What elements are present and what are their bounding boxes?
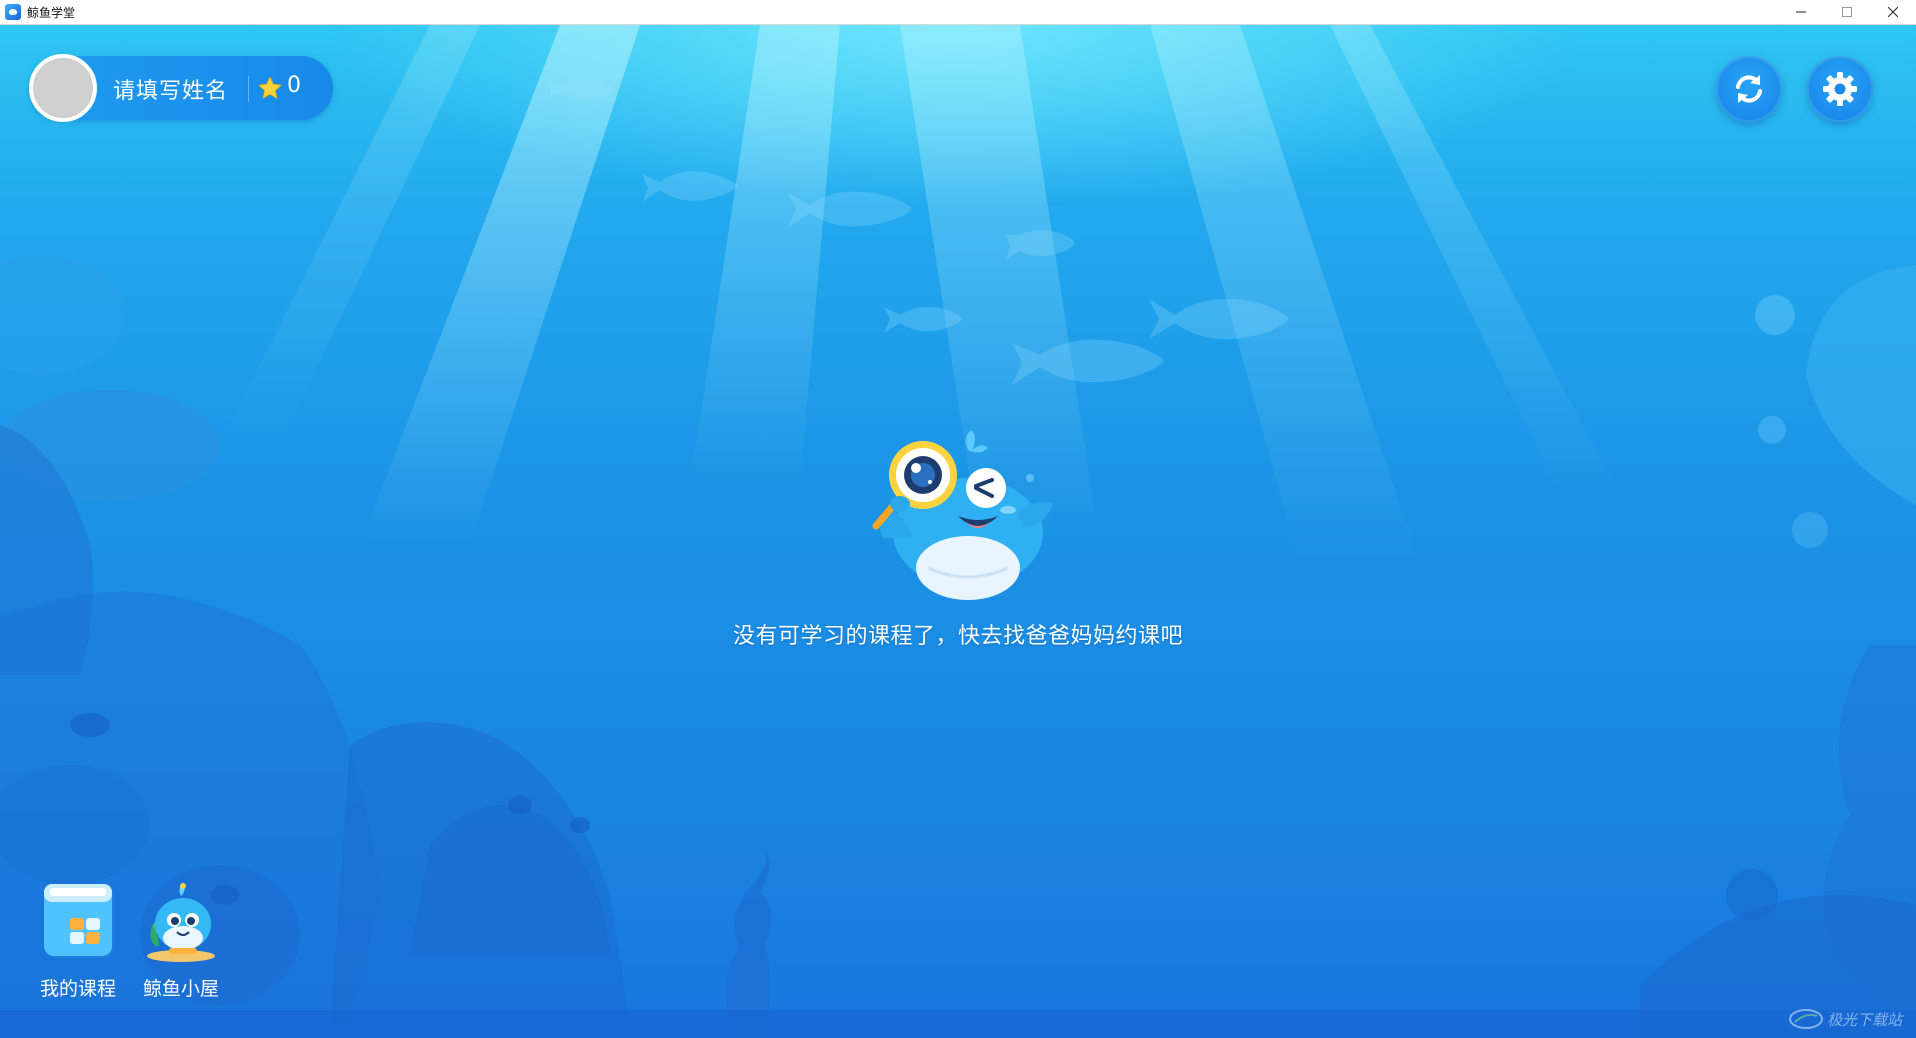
app-window: 鲸鱼学堂 请填写姓名 0 没有可学习的课程了，快去找爸爸妈妈约课吧 我的课程 鲸… — [0, 0, 1916, 1038]
whale-mascot-illustration — [872, 430, 1053, 600]
title-bar: 鲸鱼学堂 — [0, 0, 1916, 25]
close-button[interactable] — [1870, 0, 1916, 24]
avatar[interactable] — [29, 54, 97, 122]
refresh-icon — [1736, 75, 1762, 103]
nav-my-courses-label: 我的课程 — [39, 978, 116, 1000]
close-icon — [1888, 7, 1898, 17]
underwater-background: 请填写姓名 0 没有可学习的课程了，快去找爸爸妈妈约课吧 我的课程 鲸鱼小屋 极… — [0, 25, 1916, 1038]
app-logo-icon — [5, 4, 21, 20]
profile-divider — [248, 76, 249, 102]
nav-whale-house-label: 鲸鱼小屋 — [142, 978, 219, 1000]
minimize-icon — [1796, 11, 1806, 13]
maximize-button[interactable] — [1824, 0, 1870, 24]
gear-icon — [1823, 72, 1857, 106]
minimize-button[interactable] — [1778, 0, 1824, 24]
nav-my-courses[interactable]: 我的课程 — [33, 880, 123, 1001]
settings-button[interactable] — [1807, 56, 1873, 122]
watermark-logo-icon — [1788, 1009, 1823, 1029]
profile-badge[interactable]: 请填写姓名 0 — [29, 54, 333, 122]
course-book-icon — [44, 884, 114, 958]
whale-house-icon — [147, 883, 215, 962]
empty-state-message: 没有可学习的课程了，快去找爸爸妈妈约课吧 — [732, 624, 1183, 649]
refresh-button[interactable] — [1716, 56, 1782, 122]
star-icon — [258, 76, 282, 99]
seaweed — [726, 848, 772, 1038]
window-title: 鲸鱼学堂 — [27, 5, 76, 20]
site-watermark: 极光下载站 — [1788, 1008, 1902, 1030]
watermark-text: 极光下载站 — [1826, 1010, 1902, 1029]
maximize-icon — [1842, 7, 1852, 17]
profile-name[interactable]: 请填写姓名 — [113, 73, 228, 105]
fish-silhouettes — [547, 79, 1289, 385]
nav-whale-house[interactable]: 鲸鱼小屋 — [136, 880, 226, 1001]
right-coral — [1640, 265, 1916, 1038]
window-controls — [1778, 0, 1916, 24]
star-count: 0 — [287, 73, 301, 98]
